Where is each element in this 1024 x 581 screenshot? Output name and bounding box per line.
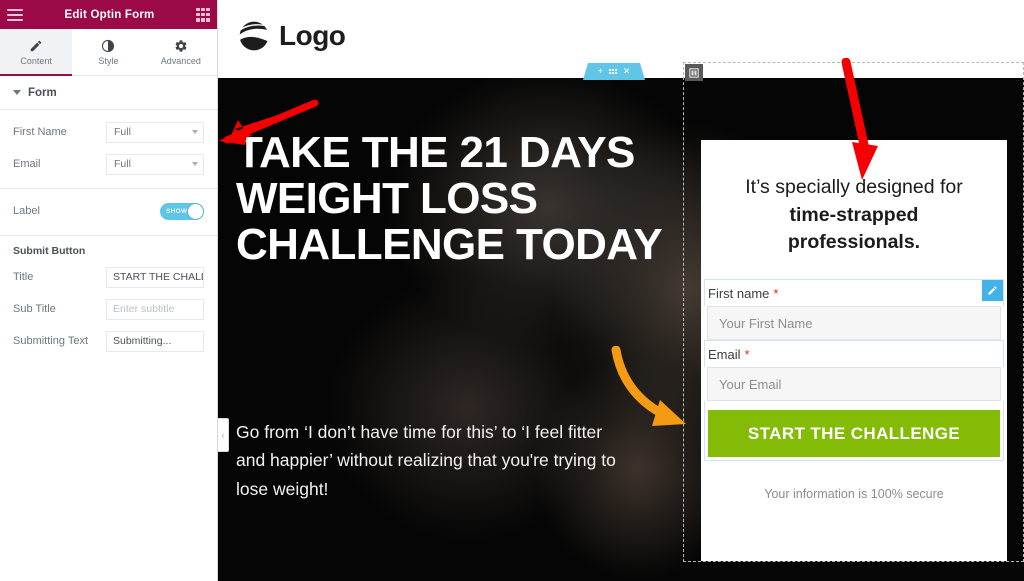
control-label: Label SHOW — [0, 195, 217, 227]
optin-card: It’s specially designed for time-strappe… — [701, 140, 1007, 561]
tab-content-label: Content — [20, 56, 52, 66]
email-label: Email — [708, 347, 741, 363]
control-submitting-text-label: Submitting Text — [13, 335, 89, 347]
optin-heading-line2: time-strapped professionals. — [787, 203, 921, 254]
gear-icon — [174, 38, 188, 53]
optin-fields: First name * Your First Name Email * You… — [701, 279, 1007, 462]
pencil-icon — [29, 38, 43, 53]
panel-tabs: Content Style Advanced — [0, 29, 217, 76]
email-width-value: Full — [114, 158, 131, 170]
grid-icon[interactable] — [196, 7, 210, 22]
editor-screen: Edit Optin Form Content Style Advanced F… — [0, 0, 1024, 581]
toggle-knob — [188, 203, 203, 219]
tab-advanced-label: Advanced — [160, 56, 201, 66]
email-input[interactable]: Your Email — [707, 367, 1001, 402]
tab-style-label: Style — [98, 56, 119, 66]
control-email: Email Full — [0, 148, 217, 180]
first-name-label: First name — [708, 286, 770, 302]
hero-subcopy: Go from ‘I don’t have time for this’ to … — [236, 422, 616, 499]
control-email-label: Email — [13, 158, 41, 170]
control-label-label: Label — [13, 205, 40, 217]
label-show-toggle[interactable]: SHOW — [160, 202, 204, 220]
drag-dots-icon[interactable] — [608, 69, 617, 74]
hero-headline: TAKE THE 21 DAYS WEIGHT LOSS CHALLENGE T… — [236, 128, 663, 269]
email-required-asterisk: * — [744, 347, 750, 363]
submit-subtitle-input[interactable]: Enter subtitle — [106, 298, 204, 320]
first-name-label-row: First name * — [704, 279, 1004, 307]
contrast-icon — [101, 38, 115, 53]
first-name-input[interactable]: Your First Name — [707, 306, 1001, 341]
submit-wrap: START THE CHALLENGE — [704, 401, 1004, 462]
site-logo[interactable]: Logo — [236, 18, 346, 54]
close-icon[interactable]: ✕ — [623, 67, 631, 76]
optin-form-widget: It’s specially designed for time-strappe… — [683, 62, 1024, 562]
control-title: Title START THE CHALLE — [0, 261, 217, 293]
submit-button-group: Submit Button Title START THE CHALLE Sub… — [0, 236, 217, 357]
label-toggle-text: SHOW — [166, 207, 188, 215]
tab-style[interactable]: Style — [72, 29, 145, 75]
secure-note: Your information is 100% secure — [764, 487, 944, 502]
panel-title: Edit Optin Form — [64, 8, 155, 21]
column-handle-icon[interactable] — [685, 64, 703, 81]
chevron-down-icon — [192, 162, 198, 166]
submit-button-group-title: Submit Button — [13, 245, 86, 257]
elementor-editor-panel: Edit Optin Form Content Style Advanced F… — [0, 0, 218, 581]
form-section-title: Form — [28, 86, 57, 99]
submit-title-input[interactable]: START THE CHALLE — [106, 266, 204, 288]
optin-heading: It’s specially designed for time-strappe… — [701, 140, 1007, 257]
section-toolbar: + ✕ — [583, 63, 645, 80]
label-group: Label SHOW — [0, 189, 217, 236]
email-width-select[interactable]: Full — [106, 153, 204, 175]
first-name-required-asterisk: * — [773, 286, 779, 302]
control-title-label: Title — [13, 271, 34, 283]
control-sub-title: Sub Title Enter subtitle — [0, 293, 217, 325]
email-label-row: Email * — [704, 340, 1004, 368]
form-fields-group: First Name Full Email Full — [0, 110, 217, 189]
chevron-down-icon — [192, 130, 198, 134]
start-challenge-button[interactable]: START THE CHALLENGE — [708, 410, 1000, 458]
optin-heading-line1: It’s specially designed for — [745, 176, 963, 198]
form-section-header[interactable]: Form — [0, 76, 217, 110]
submitting-text-input[interactable]: Submitting... — [106, 330, 204, 352]
pencil-icon[interactable] — [982, 280, 1003, 302]
tab-advanced[interactable]: Advanced — [144, 29, 217, 75]
plus-icon[interactable]: + — [598, 67, 603, 76]
first-name-field-block: First name * Your First Name — [704, 279, 1004, 341]
panel-header: Edit Optin Form — [0, 0, 217, 29]
chevron-down-icon — [13, 90, 21, 95]
first-name-width-value: Full — [114, 126, 131, 138]
page-preview: Logo + ✕ TAKE THE 21 DAYS WEIGHT LOSS CH… — [218, 0, 1024, 581]
logo-text: Logo — [279, 20, 346, 51]
control-first-name: First Name Full — [0, 116, 217, 148]
tab-content[interactable]: Content — [0, 29, 73, 76]
control-sub-title-label: Sub Title — [13, 303, 56, 315]
email-field-block: Email * Your Email — [704, 340, 1004, 402]
hamburger-icon[interactable] — [7, 8, 23, 21]
sphere-logo-icon — [236, 18, 272, 54]
panel-collapse-toggle[interactable]: ‹ — [218, 418, 229, 452]
control-first-name-label: First Name — [13, 126, 67, 138]
first-name-width-select[interactable]: Full — [106, 121, 204, 143]
control-submitting-text: Submitting Text Submitting... — [0, 325, 217, 357]
